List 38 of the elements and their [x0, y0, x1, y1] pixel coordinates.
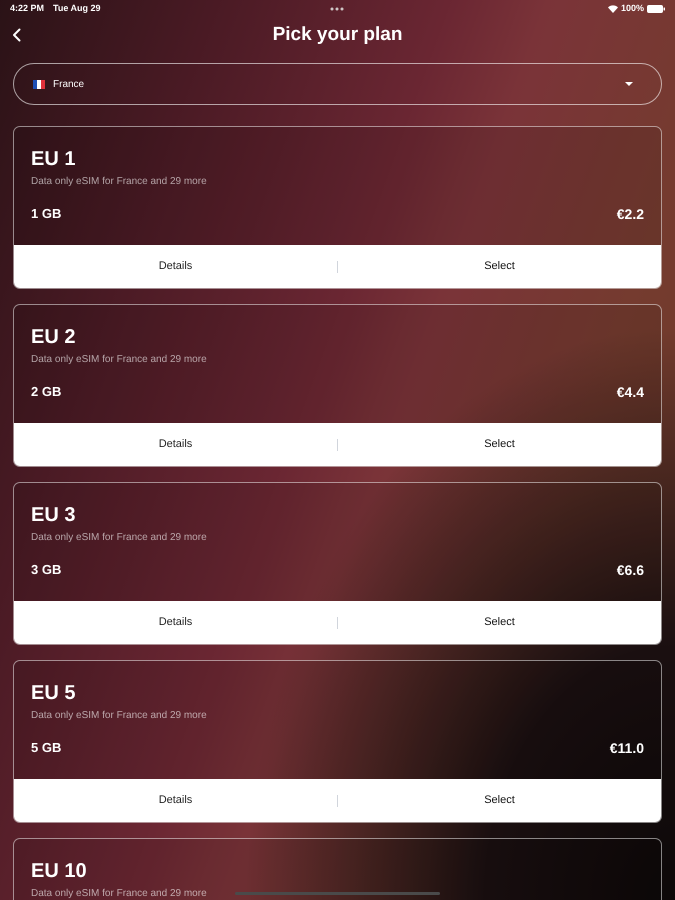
data-amount: 3 GB	[31, 562, 62, 578]
wifi-icon	[608, 5, 618, 13]
flag-icon	[33, 80, 45, 88]
data-amount: 5 GB	[31, 740, 62, 756]
plan-name: EU 1	[31, 147, 76, 171]
battery-icon	[647, 5, 665, 13]
plan-price: €4.4	[616, 384, 644, 400]
country-dropdown[interactable]: France	[13, 63, 662, 105]
data-amount: 2 GB	[31, 384, 62, 400]
details-button[interactable]: Details	[14, 779, 337, 822]
plan-description: Data only eSIM for France and 29 more	[31, 709, 207, 723]
data-amount: 1 GB	[31, 206, 62, 222]
select-button[interactable]: Select	[338, 779, 661, 822]
plan-name: EU 3	[31, 503, 76, 527]
plan-price: €11.0	[610, 740, 644, 756]
status-time: 4:22 PM	[10, 2, 44, 16]
details-button[interactable]: Details	[14, 423, 337, 466]
select-button[interactable]: Select	[338, 423, 661, 466]
page-title: Pick your plan	[272, 23, 402, 48]
plan-name: EU 10	[31, 859, 87, 883]
more-dots-icon	[330, 7, 344, 11]
plan-name: EU 5	[31, 681, 76, 705]
selected-country: France	[53, 78, 84, 92]
plan-price: €6.6	[616, 562, 644, 578]
details-button[interactable]: Details	[14, 245, 337, 288]
back-chevron-icon	[12, 28, 20, 42]
select-button[interactable]: Select	[338, 601, 661, 644]
plan-description: Data only eSIM for France and 29 more	[31, 353, 207, 367]
plan-description: Data only eSIM for France and 29 more	[31, 175, 207, 189]
plan-description: Data only eSIM for France and 29 more	[31, 887, 207, 900]
caret-down-icon	[625, 82, 633, 86]
details-button[interactable]: Details	[14, 601, 337, 644]
select-button[interactable]: Select	[338, 245, 661, 288]
plan-name: EU 2	[31, 325, 76, 349]
plan-price: €2.2	[616, 206, 644, 222]
plan-description: Data only eSIM for France and 29 more	[31, 531, 207, 545]
battery-percentage: 100%	[620, 2, 644, 16]
status-date: Tue Aug 29	[53, 2, 101, 16]
